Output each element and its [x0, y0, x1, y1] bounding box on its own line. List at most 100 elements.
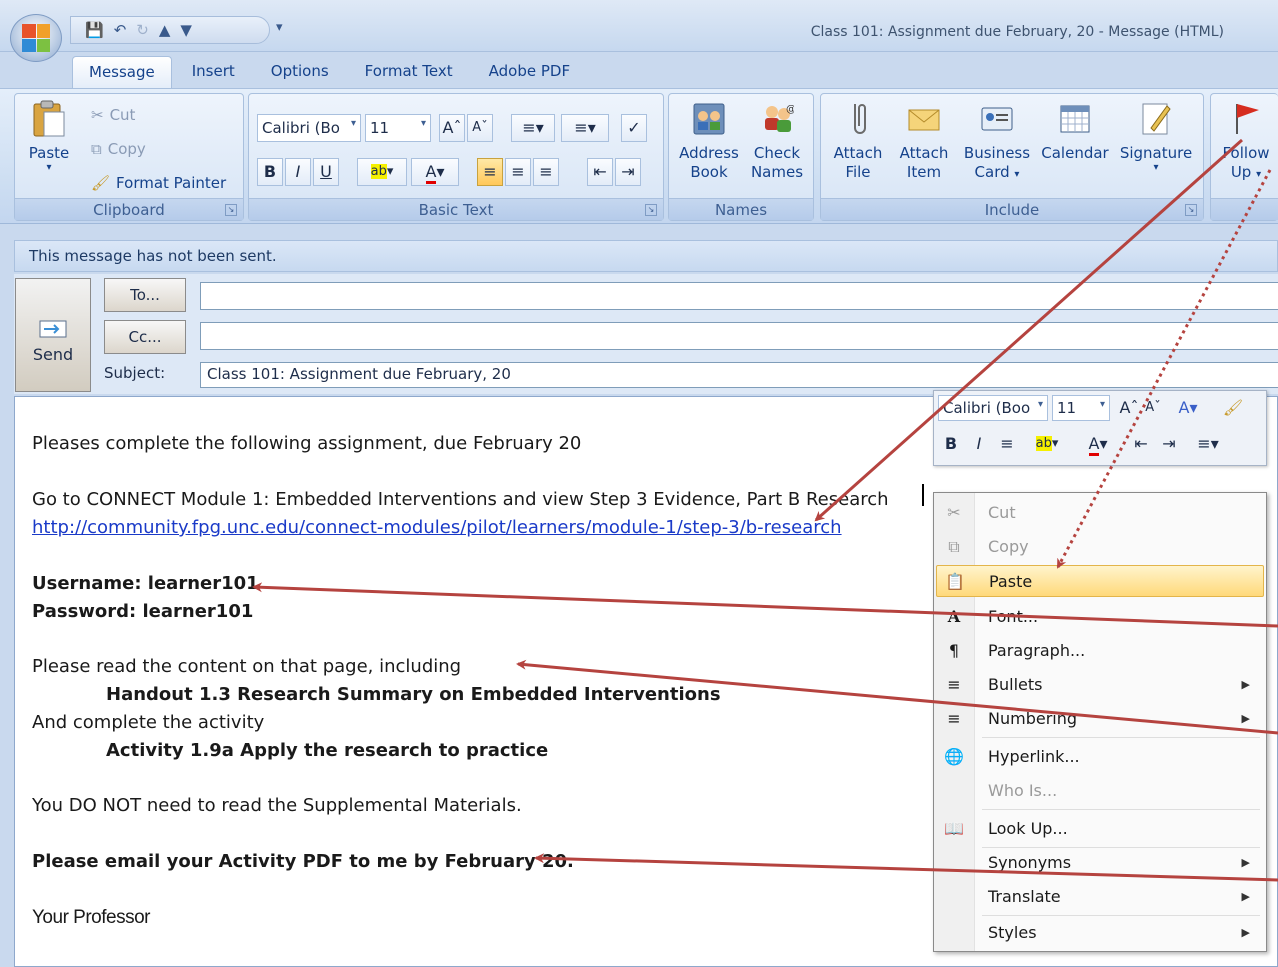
cut-button[interactable]: ✂ Cut — [91, 106, 135, 124]
mini-bullets-button[interactable]: ≡▾ — [1186, 431, 1230, 459]
align-right-button[interactable]: ≡ — [533, 158, 559, 186]
include-group: Attach File Attach Item Business Card ▾ — [820, 93, 1204, 221]
mini-grow-font-button[interactable]: Aˆ — [1116, 395, 1142, 423]
text-caret — [922, 484, 924, 506]
align-left-button[interactable]: ≡ — [477, 158, 503, 186]
names-group: Address Book @ Check Names Names — [668, 93, 814, 221]
follow-up-label-2: Up ▾ — [1230, 163, 1262, 181]
business-card-button[interactable]: Business Card ▾ — [959, 100, 1035, 184]
menu-item-paste[interactable]: 📋 Paste — [936, 565, 1264, 597]
menu-item-label: Synonyms — [988, 853, 1072, 872]
tab-insert[interactable]: Insert — [176, 56, 251, 88]
undo-icon[interactable]: ↶ — [114, 21, 127, 39]
mini-highlight-button[interactable]: ab▾ — [1022, 431, 1072, 459]
paste-button[interactable]: Paste ▾ — [21, 100, 77, 173]
module-link[interactable]: http://community.fpg.unc.edu/connect-mod… — [32, 517, 842, 538]
bold-button[interactable]: B — [257, 158, 283, 186]
message-not-sent-notice: This message has not been sent. — [14, 240, 1278, 272]
to-field[interactable] — [200, 282, 1278, 310]
check-names-button[interactable]: @ Check Names — [743, 100, 811, 182]
chevron-down-icon: ▾ — [1037, 399, 1043, 410]
spelling-button[interactable]: ✓ — [621, 114, 647, 142]
mini-font-size-combo[interactable]: 11 ▾ — [1052, 395, 1110, 421]
mini-shrink-font-button[interactable]: Aˇ — [1140, 395, 1166, 423]
menu-item-bullets[interactable]: ≡ Bullets ▶ — [936, 669, 1264, 701]
scissors-icon: ✂ — [947, 503, 961, 522]
tab-adobe-pdf[interactable]: Adobe PDF — [473, 56, 586, 88]
mini-font-color-letter: A — [1088, 434, 1100, 456]
submenu-arrow-icon: ▶ — [1241, 926, 1250, 939]
mini-font-name-combo[interactable]: Calibri (Boo ▾ — [938, 395, 1048, 421]
menu-item-translate[interactable]: Translate ▶ — [936, 881, 1264, 913]
numbering-button[interactable]: ≡▾ — [561, 114, 609, 142]
basic-text-launcher-icon[interactable]: ↘ — [645, 204, 657, 216]
tab-format-text[interactable]: Format Text — [349, 56, 469, 88]
menu-separator — [982, 809, 1260, 810]
to-button[interactable]: To... — [104, 278, 186, 312]
increase-indent-button[interactable]: ⇥ — [615, 158, 641, 186]
italic-button[interactable]: I — [285, 158, 311, 186]
address-area: Send To... Cc... Subject: Class 101: Ass… — [14, 274, 1278, 394]
menu-item-paragraph[interactable]: ¶ Paragraph... — [936, 635, 1264, 667]
menu-item-styles[interactable]: Styles ▶ — [936, 917, 1264, 949]
decrease-indent-button[interactable]: ⇤ — [587, 158, 613, 186]
menu-item-look-up[interactable]: 📖 Look Up... — [936, 813, 1264, 845]
redo-icon[interactable]: ↻ — [136, 21, 149, 39]
office-button[interactable] — [10, 14, 62, 62]
grow-font-button[interactable]: Aˆ — [439, 114, 465, 142]
font-color-button[interactable]: A▾ — [411, 158, 459, 186]
follow-up-button[interactable]: Follow Up ▾ — [1213, 100, 1278, 184]
save-icon[interactable]: 💾 — [85, 21, 104, 39]
calendar-label: Calendar — [1041, 144, 1109, 162]
highlight-button[interactable]: ab▾ — [357, 158, 407, 186]
mini-styles-button[interactable]: A▾ — [1170, 395, 1206, 423]
font-size-combo[interactable]: 11 ▾ — [365, 114, 431, 142]
clipboard-launcher-icon[interactable]: ↘ — [225, 204, 237, 216]
address-book-button[interactable]: Address Book — [673, 100, 745, 182]
align-center-button[interactable]: ≡ — [505, 158, 531, 186]
menu-item-hyperlink[interactable]: 🌐 Hyperlink... — [936, 741, 1264, 773]
attach-item-button[interactable]: Attach Item — [893, 100, 955, 182]
next-item-icon[interactable]: ▼ — [180, 21, 192, 39]
mini-format-painter-icon[interactable]: 🖌 — [1220, 395, 1246, 423]
check-names-label-2: Names — [750, 163, 804, 181]
tab-message[interactable]: Message — [72, 56, 172, 88]
signature-button[interactable]: Signature ▾ — [1115, 100, 1197, 173]
format-painter-button[interactable]: 🖌 Format Painter — [91, 174, 226, 192]
menu-item-copy[interactable]: ⧉ Copy — [936, 531, 1264, 563]
menu-item-numbering[interactable]: ≡ Numbering ▶ — [936, 703, 1264, 735]
password-line: Password: learner101 — [32, 601, 254, 622]
copy-button[interactable]: ⧉ Copy — [91, 140, 146, 158]
customize-qat-icon[interactable]: ▾ — [276, 20, 283, 35]
bullets-button[interactable]: ≡▾ — [511, 114, 555, 142]
mini-increase-indent-button[interactable]: ⇥ — [1156, 431, 1182, 459]
menu-item-cut[interactable]: ✂ Cut — [936, 497, 1264, 529]
mini-center-button[interactable]: ≡ — [994, 431, 1020, 459]
font-name-combo[interactable]: Calibri (Bo ▾ — [257, 114, 361, 142]
attach-file-button[interactable]: Attach File — [827, 100, 889, 182]
basic-text-group-label: Basic Text — [249, 198, 663, 220]
send-label: Send — [32, 345, 74, 364]
shrink-font-button[interactable]: Aˇ — [467, 114, 493, 142]
mini-font-color-button[interactable]: A▾ — [1076, 431, 1120, 459]
mini-decrease-indent-button[interactable]: ⇤ — [1128, 431, 1154, 459]
submenu-arrow-icon: ▶ — [1241, 890, 1250, 903]
tab-options[interactable]: Options — [255, 56, 345, 88]
mini-italic-button[interactable]: I — [966, 431, 992, 459]
mini-bold-button[interactable]: B — [938, 431, 964, 459]
send-button[interactable]: Send — [15, 278, 91, 392]
cc-button[interactable]: Cc... — [104, 320, 186, 354]
menu-item-who-is[interactable]: Who Is... — [936, 775, 1264, 807]
context-menu: ✂ Cut ⧉ Copy 📋 Paste A Font... ¶ Paragra… — [933, 492, 1267, 952]
cc-field[interactable] — [200, 322, 1278, 350]
underline-button[interactable]: U — [313, 158, 339, 186]
subject-field[interactable]: Class 101: Assignment due February, 20 — [200, 362, 1278, 388]
copy-icon: ⧉ — [91, 140, 102, 158]
menu-item-font[interactable]: A Font... — [936, 601, 1264, 633]
previous-item-icon[interactable]: ▲ — [159, 21, 171, 39]
menu-item-synonyms[interactable]: Synonyms ▶ — [936, 847, 1264, 879]
signature-icon — [1142, 103, 1171, 135]
body-line-read-content: Please read the content on that page, in… — [32, 656, 462, 677]
include-launcher-icon[interactable]: ↘ — [1185, 204, 1197, 216]
calendar-button[interactable]: Calendar — [1035, 100, 1115, 163]
